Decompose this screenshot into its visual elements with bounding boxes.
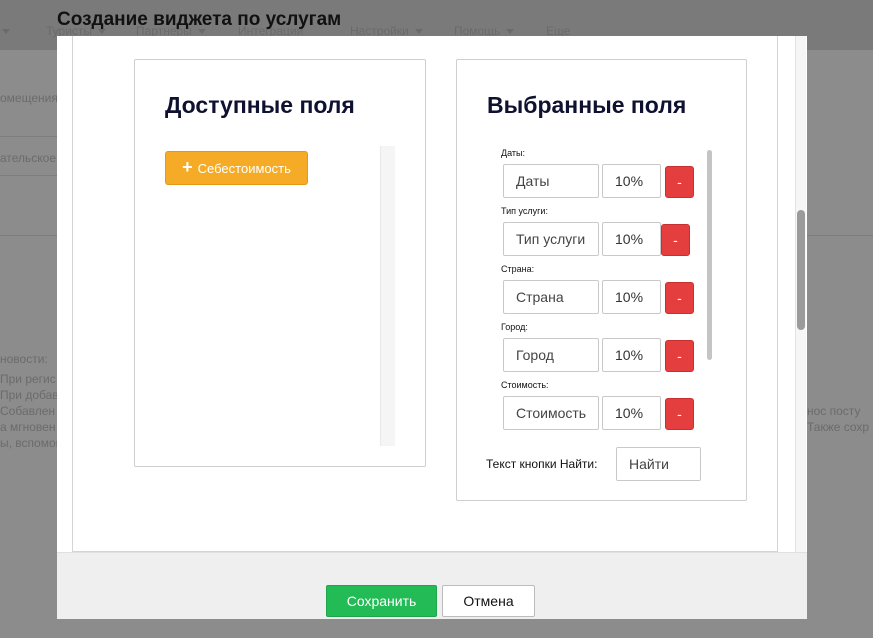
bg-text: омещения <box>0 91 58 105</box>
bg-text: нос посту <box>807 404 861 418</box>
bg-divider <box>0 136 57 137</box>
modal-content: Доступные поля + Себестоимость Выбранные… <box>72 36 778 552</box>
cancel-button[interactable]: Отмена <box>442 585 535 617</box>
selected-field-row: Стоимость: Стоимость 10% - <box>501 380 713 438</box>
bg-text: Собавлен <box>0 404 56 418</box>
field-label: Даты: <box>501 148 525 158</box>
field-label: Страна: <box>501 264 535 274</box>
field-width-input[interactable]: 10% <box>602 280 661 314</box>
available-fields-panel: Доступные поля + Себестоимость <box>134 59 426 467</box>
scrollbar-thumb[interactable] <box>707 150 712 360</box>
widget-modal: Доступные поля + Себестоимость Выбранные… <box>57 36 807 619</box>
field-label: Тип услуги: <box>501 206 548 216</box>
selected-field-row: Тип услуги: Тип услуги 10% - <box>501 206 713 264</box>
save-button[interactable]: Сохранить <box>326 585 437 617</box>
available-fields-title: Доступные поля <box>165 92 355 118</box>
plus-icon: + <box>182 157 193 177</box>
field-name-input[interactable]: Страна <box>503 280 599 314</box>
selected-fields-list: Даты: Даты 10% - Тип услуги: Тип услуги … <box>501 148 713 446</box>
remove-field-button[interactable]: - <box>665 282 694 314</box>
selected-fields-scrollbar[interactable] <box>706 148 714 360</box>
bg-text: Также сохр <box>807 420 870 434</box>
remove-field-button[interactable]: - <box>661 224 690 256</box>
modal-footer: Сохранить Отмена <box>57 552 807 619</box>
bg-text: новости: <box>0 352 48 366</box>
add-field-cost-price-button[interactable]: + Себестоимость <box>165 151 308 185</box>
field-width-input[interactable]: 10% <box>602 164 661 198</box>
bg-nav-caret <box>0 24 10 38</box>
selected-fields-title: Выбранные поля <box>487 92 687 118</box>
bg-text: При регис <box>0 372 56 386</box>
selected-field-row: Страна: Страна 10% - <box>501 264 713 322</box>
field-name-input[interactable]: Город <box>503 338 599 372</box>
field-name-input[interactable]: Стоимость <box>503 396 599 430</box>
modal-scrollbar[interactable] <box>795 36 806 552</box>
field-name-input[interactable]: Тип услуги <box>503 222 599 256</box>
modal-title: Создание виджета по услугам <box>57 9 342 30</box>
remove-field-button[interactable]: - <box>665 340 694 372</box>
field-name-input[interactable]: Даты <box>503 164 599 198</box>
modal-scrollbar-thumb[interactable] <box>797 210 805 330</box>
field-label: Город: <box>501 322 528 332</box>
bg-text: При добав <box>0 388 59 402</box>
remove-field-button[interactable]: - <box>665 166 694 198</box>
bg-divider <box>0 175 57 176</box>
bg-text: а мгновен <box>0 420 56 434</box>
available-fields-scrollbar[interactable] <box>380 146 395 446</box>
selected-fields-panel: Выбранные поля Даты: Даты 10% - Тип услу… <box>456 59 747 501</box>
field-width-input[interactable]: 10% <box>602 222 661 256</box>
bg-text: ательское <box>0 151 57 165</box>
selected-field-row: Город: Город 10% - <box>501 322 713 380</box>
remove-field-button[interactable]: - <box>665 398 694 430</box>
search-button-text-label: Текст кнопки Найти: <box>486 457 598 471</box>
bg-text: ы, вспомог <box>0 436 61 450</box>
search-button-text-input[interactable]: Найти <box>616 447 701 481</box>
field-width-input[interactable]: 10% <box>602 338 661 372</box>
field-width-input[interactable]: 10% <box>602 396 661 430</box>
field-label: Стоимость: <box>501 380 549 390</box>
selected-field-row: Даты: Даты 10% - <box>501 148 713 206</box>
add-field-label: Себестоимость <box>197 160 291 176</box>
